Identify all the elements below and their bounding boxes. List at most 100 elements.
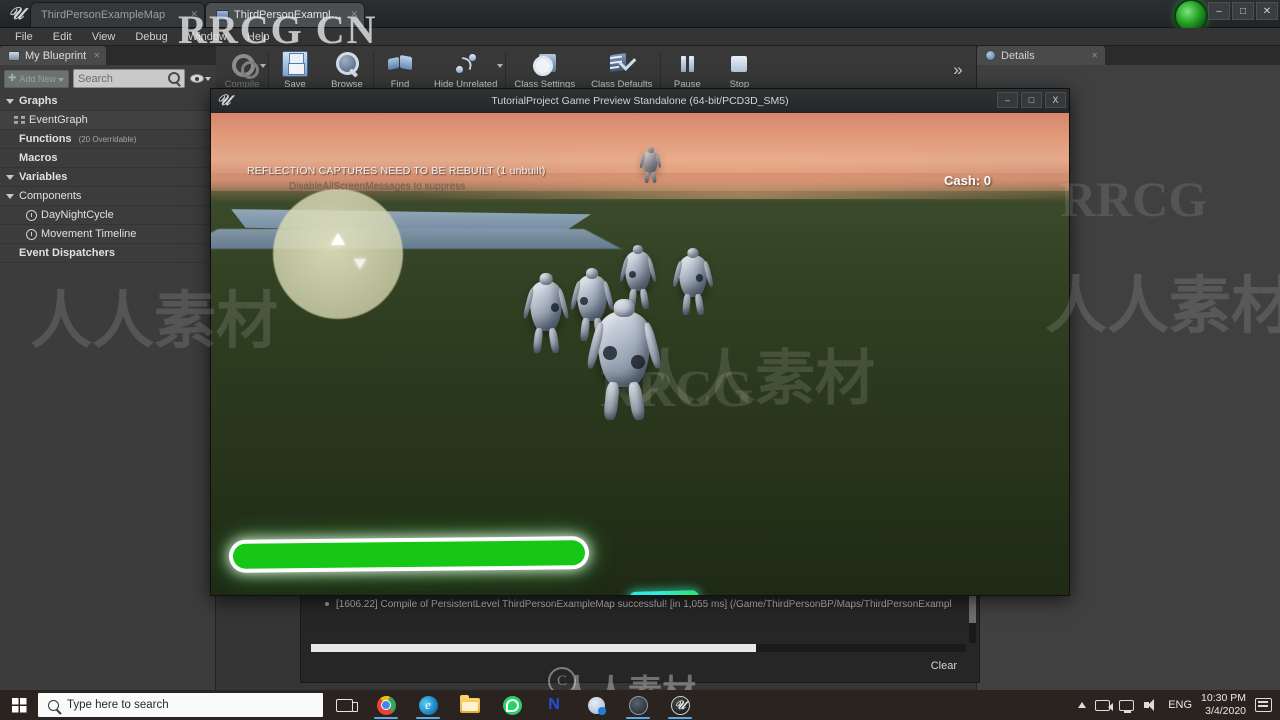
close-button[interactable]: X xyxy=(1045,92,1066,108)
taskbar-app-chrome[interactable] xyxy=(365,690,407,720)
taskbar-app-file-explorer[interactable] xyxy=(449,690,491,720)
game-preview-title: TutorialProject Game Preview Standalone … xyxy=(491,95,789,107)
taskbar-app-unreal-engine[interactable]: 𝒰 xyxy=(659,690,701,720)
close-icon[interactable]: ✕ xyxy=(350,10,358,19)
minimize-button[interactable]: – xyxy=(997,92,1018,108)
mannequin-character xyxy=(618,244,658,309)
tab-thirdpersonexamplemap-2[interactable]: ThirdPersonExampleMap ✕ xyxy=(205,2,365,27)
show-hidden-icons-chevron-icon[interactable] xyxy=(1078,702,1087,708)
tree-item-event-dispatchers[interactable]: Event Dispatchers xyxy=(0,244,216,263)
menu-item-help[interactable]: Help xyxy=(238,30,279,44)
tree-item-daynightcycle[interactable]: DayNightCycle xyxy=(0,206,216,225)
cash-counter: Cash: 0 xyxy=(944,173,991,188)
my-blueprint-panel: My Blueprint ✕ ✚ Add New Search Graphs E… xyxy=(0,46,216,690)
tab-thirdpersonexamplemap-1[interactable]: ThirdPersonExampleMap ✕ xyxy=(30,2,205,27)
compile-gears-icon xyxy=(229,51,259,79)
close-icon[interactable]: ✕ xyxy=(93,51,100,60)
taskbar-app-paint[interactable] xyxy=(575,690,617,720)
graph-icon xyxy=(14,116,25,124)
taskbar-app-notepad[interactable]: N xyxy=(533,690,575,720)
close-icon[interactable]: ✕ xyxy=(190,10,198,19)
log-vertical-scrollbar[interactable] xyxy=(969,593,976,643)
toolbar-class-settings-button[interactable]: Class Settings xyxy=(506,46,583,94)
toolbar-save-button[interactable]: Save xyxy=(269,46,321,94)
visibility-options-button[interactable] xyxy=(189,69,212,88)
scrollbar-thumb[interactable] xyxy=(311,644,756,652)
menu-item-view[interactable]: View xyxy=(83,30,125,44)
log-horizontal-scrollbar[interactable] xyxy=(311,644,966,652)
mannequin-character-foreground xyxy=(585,298,663,422)
volume-icon[interactable] xyxy=(1143,698,1159,712)
menu-item-debug[interactable]: Debug xyxy=(126,30,176,44)
close-icon[interactable]: ✕ xyxy=(1091,51,1098,60)
tree-item-eventgraph[interactable]: EventGraph xyxy=(0,111,216,130)
close-button[interactable]: ✕ xyxy=(1256,2,1278,20)
menu-item-file[interactable]: File xyxy=(6,30,42,44)
taskview-button[interactable] xyxy=(323,690,365,720)
tree-item-movement-timeline[interactable]: Movement Timeline xyxy=(0,225,216,244)
toolbar-overflow-button[interactable]: » xyxy=(940,46,976,94)
language-indicator[interactable]: ENG xyxy=(1168,699,1192,711)
whatsapp-icon xyxy=(502,695,522,715)
pause-icon xyxy=(674,51,700,77)
tree-item-macros[interactable]: Macros xyxy=(0,149,216,168)
log-entry-row[interactable]: [1606.22] Compile of PersistentLevel Thi… xyxy=(311,597,969,611)
tab-label: ThirdPersonExampleMap xyxy=(234,9,342,21)
taskbar-app-globe[interactable] xyxy=(617,690,659,720)
taskbar-app-edge[interactable]: e xyxy=(407,690,449,720)
tree-item-sublabel: (20 Overridable) xyxy=(78,134,137,144)
tree-item-functions[interactable]: Functions (20 Overridable) xyxy=(0,130,216,149)
notifications-icon[interactable] xyxy=(1255,698,1272,712)
toolbar-find-button[interactable]: Find xyxy=(374,46,426,94)
compiler-results-log[interactable]: [1606.22] Compile of PersistentLevel Thi… xyxy=(300,588,980,683)
system-tray: ENG 10:30 PM 3/4/2020 xyxy=(1078,692,1280,718)
running-indicator xyxy=(374,716,398,719)
maximize-button[interactable]: □ xyxy=(1021,92,1042,108)
mannequin-character xyxy=(569,267,615,342)
toolbar-compile-button[interactable]: Compile xyxy=(216,46,268,94)
hide-unrelated-icon xyxy=(453,51,479,77)
tab-details[interactable]: Details ✕ xyxy=(977,46,1105,65)
tree-item-label: Graphs xyxy=(19,95,58,107)
mannequin-character xyxy=(639,147,662,183)
clock[interactable]: 10:30 PM 3/4/2020 xyxy=(1201,692,1246,718)
tree-item-variables[interactable]: Variables xyxy=(0,168,216,187)
minimize-button[interactable]: – xyxy=(1208,2,1230,20)
toolbar-browse-button[interactable]: Browse xyxy=(321,46,373,94)
game-preview-title-bar[interactable]: 𝒰 TutorialProject Game Preview Standalon… xyxy=(211,89,1069,113)
taskbar-search-input[interactable]: Type here to search xyxy=(38,693,323,717)
menu-item-window[interactable]: Window xyxy=(179,30,236,44)
toolbar-class-defaults-button[interactable]: Class Defaults xyxy=(583,46,660,94)
blueprint-search-input[interactable]: Search xyxy=(73,69,185,88)
camera-icon[interactable] xyxy=(1095,699,1114,711)
expand-arrow-icon[interactable] xyxy=(6,193,14,199)
task-view-icon xyxy=(335,698,358,712)
tab-my-blueprint[interactable]: My Blueprint ✕ xyxy=(0,46,107,65)
details-tab-row: Details ✕ xyxy=(977,46,1280,65)
toolbar-pause-button[interactable]: Pause xyxy=(661,46,713,94)
game-viewport[interactable]: REFLECTION CAPTURES NEED TO BE REBUILT (… xyxy=(211,113,1069,595)
toolbar-stop-button[interactable]: Stop xyxy=(713,46,765,94)
blueprint-tree: Graphs EventGraph Functions (20 Overrida… xyxy=(0,92,216,263)
clear-log-button[interactable]: Clear xyxy=(925,658,963,674)
monitor-icon[interactable] xyxy=(1119,699,1135,713)
maximize-button[interactable]: □ xyxy=(1232,2,1254,20)
expand-arrow-icon[interactable] xyxy=(6,174,14,180)
menu-item-edit[interactable]: Edit xyxy=(44,30,81,44)
eye-icon xyxy=(190,74,204,83)
taskbar-app-whatsapp[interactable] xyxy=(491,690,533,720)
health-bar xyxy=(232,540,586,569)
toolbar-hide-unrelated-button[interactable]: Hide Unrelated xyxy=(426,46,505,94)
expand-arrow-icon[interactable] xyxy=(6,98,14,104)
browse-magnifier-icon xyxy=(334,51,360,77)
tab-label: ThirdPersonExampleMap xyxy=(41,9,166,21)
add-new-button[interactable]: ✚ Add New xyxy=(4,69,69,88)
tree-item-graphs[interactable]: Graphs xyxy=(0,92,216,111)
details-info-icon xyxy=(985,50,996,61)
start-button[interactable] xyxy=(0,690,38,720)
chevron-down-icon[interactable] xyxy=(260,64,266,68)
tree-item-components[interactable]: Components xyxy=(0,187,216,206)
chevron-down-icon[interactable] xyxy=(497,64,504,68)
search-icon xyxy=(168,72,180,84)
scrollbar-thumb[interactable] xyxy=(969,593,976,623)
